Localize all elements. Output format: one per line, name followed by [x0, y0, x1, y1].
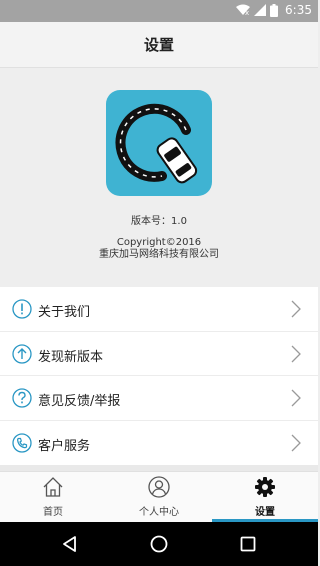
menu-item-label: 客户服务 — [38, 438, 91, 454]
version-text: 版本号：1.0 — [131, 216, 187, 227]
signal-icon — [254, 4, 267, 16]
info-icon — [12, 299, 32, 319]
app-logo-car-icon — [106, 90, 212, 196]
user-icon — [148, 476, 170, 498]
copyright-block: Copyright©2016 重庆加马网络科技有限公司 — [0, 237, 318, 261]
tab-settings[interactable]: 设置 — [212, 472, 318, 522]
menu-item-customer-service[interactable]: 客户服务 — [0, 420, 318, 465]
back-icon[interactable] — [60, 534, 80, 554]
phone-icon — [12, 432, 32, 453]
recents-icon[interactable] — [238, 534, 258, 554]
company-name: 重庆加马网络科技有限公司 — [99, 249, 219, 260]
tab-label: 设置 — [255, 507, 275, 518]
about-panel: 版本号：1.0 Copyright©2016 重庆加马网络科技有限公司 — [0, 68, 318, 287]
tab-label: 首页 — [43, 507, 63, 518]
chevron-right-icon — [291, 389, 301, 407]
chevron-right-icon — [291, 300, 301, 318]
tab-label: 个人中心 — [139, 507, 179, 518]
chevron-right-icon — [291, 434, 301, 451]
menu-item-feedback[interactable]: 意见反馈/举报 — [0, 376, 318, 421]
upgrade-arrow-icon — [12, 343, 32, 364]
home-icon — [43, 477, 63, 497]
status-time: 6:35 — [285, 3, 312, 17]
chevron-right-icon — [291, 345, 301, 362]
wifi-icon: x — [236, 4, 251, 16]
menu-item-label: 意见反馈/举报 — [38, 394, 121, 409]
status-bar: x 6:35 — [0, 0, 318, 22]
settings-menu: 关于我们 发现新版本 意见反馈/举报 客户服务 — [0, 287, 318, 465]
page-title: 设置 — [143, 36, 174, 54]
question-icon — [12, 388, 32, 408]
menu-item-label: 发现新版本 — [38, 349, 104, 365]
tab-profile[interactable]: 个人中心 — [106, 472, 212, 522]
menu-item-about[interactable]: 关于我们 — [0, 287, 318, 332]
header: 设置 — [0, 22, 318, 68]
menu-item-label: 关于我们 — [38, 305, 91, 320]
svg-text:x: x — [245, 9, 249, 16]
battery-icon — [270, 3, 279, 17]
gear-icon — [255, 477, 275, 497]
home-circle-icon[interactable] — [149, 534, 169, 554]
copyright-text: Copyright©2016 — [116, 237, 202, 248]
tab-home[interactable]: 首页 — [0, 472, 106, 522]
menu-item-new-version[interactable]: 发现新版本 — [0, 331, 318, 376]
bottom-tab-bar: 首页 个人中心 设置 — [0, 471, 318, 522]
system-nav-bar — [0, 522, 318, 566]
